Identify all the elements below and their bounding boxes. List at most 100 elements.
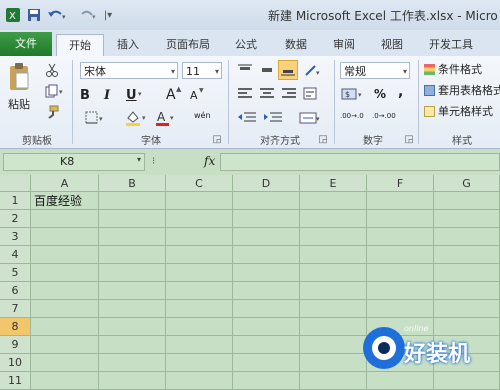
tab-formulas[interactable]: 公式: [228, 34, 264, 56]
increase-indent-icon[interactable]: [262, 110, 284, 126]
redo-icon[interactable]: ▾: [76, 6, 98, 24]
cell[interactable]: [31, 354, 99, 372]
cell[interactable]: [434, 246, 500, 264]
increase-decimal-button[interactable]: .00→.0: [340, 112, 366, 120]
grow-font-button[interactable]: A: [166, 87, 176, 103]
copy-icon[interactable]: ▾: [44, 83, 66, 99]
cell[interactable]: [166, 210, 233, 228]
cell[interactable]: [233, 210, 300, 228]
percent-button[interactable]: %: [374, 87, 386, 101]
merge-center-icon[interactable]: ▾: [298, 110, 322, 126]
cell[interactable]: [300, 282, 367, 300]
cut-icon[interactable]: [44, 62, 60, 78]
cell[interactable]: [367, 228, 434, 246]
cell[interactable]: [300, 300, 367, 318]
tab-review[interactable]: 审阅: [326, 34, 362, 56]
paste-button-label[interactable]: 粘贴: [8, 96, 30, 112]
fill-color-icon[interactable]: ▾: [124, 110, 150, 126]
tab-developer[interactable]: 开发工具: [422, 34, 480, 56]
name-box[interactable]: K8 ▾: [3, 153, 145, 171]
cell[interactable]: [233, 300, 300, 318]
cell[interactable]: [233, 264, 300, 282]
cell[interactable]: [99, 264, 166, 282]
cell[interactable]: [166, 300, 233, 318]
cell[interactable]: [367, 282, 434, 300]
cell[interactable]: [166, 264, 233, 282]
column-header-b[interactable]: B: [99, 175, 166, 192]
chevron-down-icon[interactable]: ▾: [137, 155, 141, 164]
align-left-icon[interactable]: [236, 86, 254, 102]
bold-button[interactable]: B: [80, 88, 90, 103]
cell[interactable]: [99, 210, 166, 228]
currency-icon[interactable]: $ ▾: [340, 86, 366, 102]
font-name-select[interactable]: 宋体 ▾: [80, 62, 178, 79]
cell[interactable]: [166, 336, 233, 354]
cell[interactable]: [300, 210, 367, 228]
row-header-6[interactable]: 6: [0, 282, 31, 300]
cell[interactable]: [434, 282, 500, 300]
cell[interactable]: [434, 228, 500, 246]
paste-icon[interactable]: [6, 60, 32, 94]
column-header-d[interactable]: D: [233, 175, 300, 192]
cell-a1[interactable]: 百度经验: [34, 192, 82, 210]
cell[interactable]: [367, 192, 434, 210]
insert-function-button[interactable]: fx: [204, 154, 215, 168]
tab-data[interactable]: 数据: [278, 34, 314, 56]
cell[interactable]: [166, 354, 233, 372]
tab-page-layout[interactable]: 页面布局: [160, 34, 216, 56]
format-painter-icon[interactable]: [44, 104, 60, 120]
cell-styles-button[interactable]: 单元格样式: [424, 103, 500, 119]
align-right-icon[interactable]: [280, 86, 298, 102]
row-header-4[interactable]: 4: [0, 246, 31, 264]
cell[interactable]: [367, 210, 434, 228]
cell[interactable]: [99, 300, 166, 318]
cell[interactable]: [31, 282, 99, 300]
comma-button[interactable]: ,: [398, 84, 403, 100]
cell[interactable]: [434, 300, 500, 318]
cell[interactable]: [31, 264, 99, 282]
underline-button[interactable]: U: [126, 88, 137, 103]
cell[interactable]: [99, 354, 166, 372]
align-top-icon[interactable]: [236, 62, 254, 78]
undo-icon[interactable]: ▾: [46, 6, 68, 24]
cell[interactable]: [99, 228, 166, 246]
cell[interactable]: [300, 336, 367, 354]
tab-file[interactable]: 文件: [0, 32, 52, 56]
cell[interactable]: [367, 264, 434, 282]
cell[interactable]: [31, 336, 99, 354]
cell[interactable]: [31, 318, 99, 336]
row-header-3[interactable]: 3: [0, 228, 31, 246]
tab-insert[interactable]: 插入: [110, 34, 146, 56]
cell[interactable]: [233, 336, 300, 354]
column-header-e[interactable]: E: [300, 175, 367, 192]
cell[interactable]: [99, 192, 166, 210]
cell[interactable]: [166, 192, 233, 210]
decrease-indent-icon[interactable]: [236, 110, 258, 126]
cell[interactable]: [434, 210, 500, 228]
decrease-decimal-button[interactable]: .0→.00: [372, 112, 400, 120]
format-as-table-button[interactable]: 套用表格格式: [424, 82, 500, 98]
conditional-formatting-button[interactable]: 条件格式: [424, 61, 500, 77]
tab-home[interactable]: 开始: [56, 34, 104, 57]
cell[interactable]: [434, 192, 500, 210]
dialog-launcher-icon[interactable]: ◲: [404, 134, 414, 145]
cell[interactable]: [233, 228, 300, 246]
cell[interactable]: [367, 300, 434, 318]
cell[interactable]: [31, 300, 99, 318]
column-header-f[interactable]: F: [367, 175, 434, 192]
cell[interactable]: [233, 354, 300, 372]
cell[interactable]: [233, 282, 300, 300]
cell[interactable]: [233, 192, 300, 210]
row-header-5[interactable]: 5: [0, 264, 31, 282]
borders-icon[interactable]: ▾: [84, 110, 106, 126]
align-center-icon[interactable]: [258, 86, 276, 102]
excel-icon[interactable]: X: [4, 6, 22, 24]
font-color-icon[interactable]: A ▾: [154, 110, 178, 126]
cell[interactable]: [300, 246, 367, 264]
formula-input[interactable]: [220, 153, 500, 171]
row-header-2[interactable]: 2: [0, 210, 31, 228]
cell[interactable]: [31, 210, 99, 228]
row-header-8[interactable]: 8: [0, 318, 31, 336]
select-all-corner[interactable]: [0, 175, 31, 192]
cell[interactable]: [300, 228, 367, 246]
